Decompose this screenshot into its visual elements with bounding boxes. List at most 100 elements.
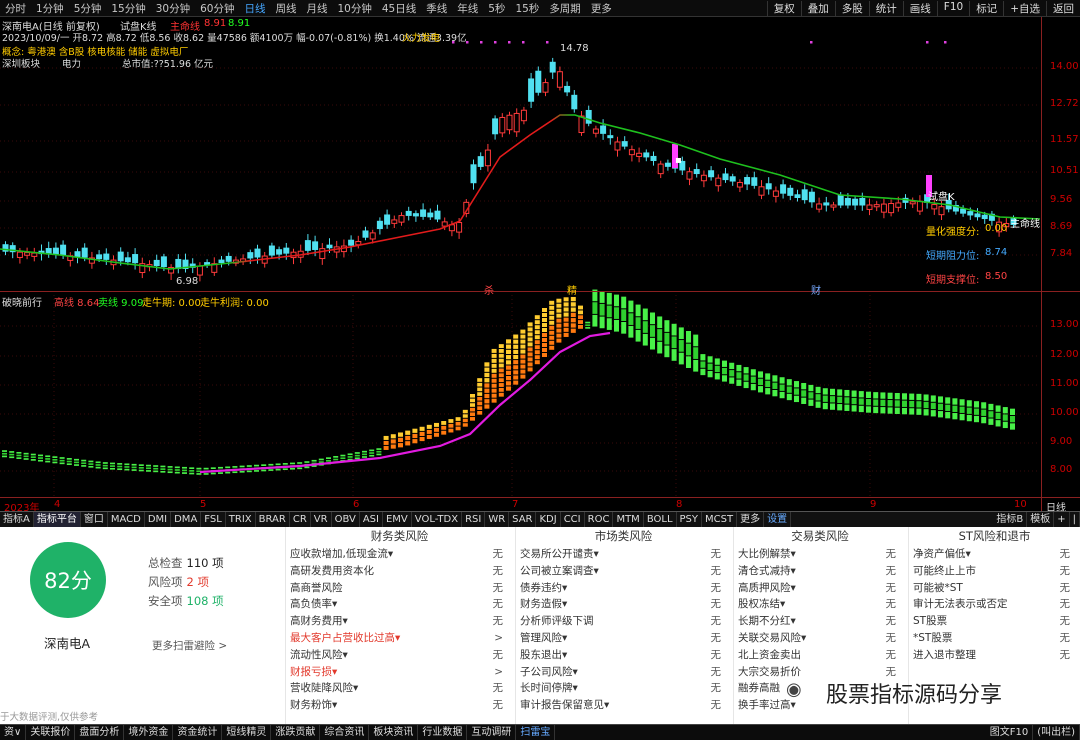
kline-chart[interactable] <box>0 17 1080 511</box>
period-14[interactable]: 15秒 <box>510 1 544 16</box>
tab-15[interactable]: RSI <box>462 512 486 527</box>
risk-row[interactable]: ST股票 无 <box>909 613 1080 630</box>
period-15[interactable]: 多周期 <box>544 1 586 16</box>
period-0[interactable]: 分时 <box>0 1 31 16</box>
tab-22[interactable]: BOLL <box>644 512 677 527</box>
period-8[interactable]: 月线 <box>302 1 333 16</box>
risk-row[interactable]: 长时间停牌▾ 无 <box>516 680 731 697</box>
period-9[interactable]: 10分钟 <box>333 1 377 16</box>
bottom-tab-0[interactable]: 资∨ <box>0 725 27 740</box>
risk-row[interactable]: 审计无法表示或否定 无 <box>909 596 1080 613</box>
tab-13[interactable]: EMV <box>383 512 412 527</box>
tab-right-2[interactable]: + <box>1054 512 1070 527</box>
risk-row[interactable]: 流动性风险▾ 无 <box>286 647 513 664</box>
toolbar-btn-6[interactable]: 标记 <box>969 0 1003 16</box>
tab-1[interactable]: 指标平台 <box>33 512 81 527</box>
period-11[interactable]: 季线 <box>421 1 452 16</box>
risk-row[interactable]: 股权冻结▾ 无 <box>734 596 906 613</box>
period-7[interactable]: 周线 <box>271 1 302 16</box>
tab-7[interactable]: TRIX <box>226 512 256 527</box>
tab-23[interactable]: PSY <box>677 512 703 527</box>
risk-row[interactable]: 进入退市整理 无 <box>909 647 1080 664</box>
period-2[interactable]: 5分钟 <box>69 1 107 16</box>
risk-row[interactable]: 高研发费用资本化 无 <box>286 563 513 580</box>
toolbar-btn-4[interactable]: 画线 <box>902 0 937 16</box>
risk-row[interactable]: 净资产偏低▾ 无 <box>909 546 1080 563</box>
risk-row[interactable]: 债券违约▾ 无 <box>516 580 731 597</box>
tab-17[interactable]: SAR <box>509 512 537 527</box>
bottom-tab-7[interactable]: 综合资讯 <box>320 725 370 740</box>
tab-right-0[interactable]: 指标B <box>993 512 1028 527</box>
tab-24[interactable]: MCST <box>702 512 738 527</box>
tab-3[interactable]: MACD <box>108 512 145 527</box>
tab-25[interactable]: 更多 <box>737 512 765 527</box>
risk-row[interactable]: 子公司风险▾ 无 <box>516 664 731 681</box>
tab-right-1[interactable]: 模板 <box>1027 512 1055 527</box>
toolbar-btn-1[interactable]: 叠加 <box>800 0 835 16</box>
bottom-tab-8[interactable]: 板块资讯 <box>369 725 419 740</box>
callout-button[interactable]: (叫出栏) <box>1033 725 1080 740</box>
risk-row[interactable]: 分析师评级下调 无 <box>516 613 731 630</box>
risk-row[interactable]: 财务造假▾ 无 <box>516 596 731 613</box>
period-3[interactable]: 15分钟 <box>106 1 150 16</box>
toolbar-btn-5[interactable]: F10 <box>936 0 969 16</box>
tab-right-3[interactable]: | <box>1070 512 1080 527</box>
tab-21[interactable]: MTM <box>613 512 644 527</box>
risk-row[interactable]: 股东退出▾ 无 <box>516 647 731 664</box>
f10-button[interactable]: 图文F10 <box>986 725 1034 740</box>
risk-row[interactable]: *ST股票 无 <box>909 630 1080 647</box>
risk-row[interactable]: 高质押风险▾ 无 <box>734 580 906 597</box>
bottom-tab-9[interactable]: 行业数据 <box>418 725 468 740</box>
bottom-tab-10[interactable]: 互动调研 <box>467 725 517 740</box>
risk-row[interactable]: 高商誉风险 无 <box>286 580 513 597</box>
tab-6[interactable]: FSL <box>201 512 226 527</box>
period-12[interactable]: 年线 <box>452 1 483 16</box>
bottom-tab-4[interactable]: 资金统计 <box>173 725 223 740</box>
risk-row[interactable]: 财报亏损▾ > <box>286 664 513 681</box>
toolbar-btn-2[interactable]: 多股 <box>834 0 869 16</box>
risk-row[interactable]: 高负债率▾ 无 <box>286 596 513 613</box>
bottom-tab-5[interactable]: 短线精灵 <box>222 725 272 740</box>
bottom-tab-6[interactable]: 涨跌贡献 <box>271 725 321 740</box>
toolbar-btn-7[interactable]: +自选 <box>1003 0 1046 16</box>
tab-2[interactable]: 窗口 <box>81 512 108 527</box>
toolbar-btn-8[interactable]: 返回 <box>1046 0 1080 16</box>
risk-row[interactable]: 营收陡降风险▾ 无 <box>286 680 513 697</box>
risk-row[interactable]: 交易所公开谴责▾ 无 <box>516 546 731 563</box>
tab-4[interactable]: DMI <box>145 512 172 527</box>
more-scan-link[interactable]: 更多扫雷避险 > <box>152 638 227 653</box>
tab-8[interactable]: BRAR <box>256 512 290 527</box>
tab-12[interactable]: ASI <box>360 512 383 527</box>
period-13[interactable]: 5秒 <box>483 1 510 16</box>
tab-18[interactable]: KDJ <box>536 512 561 527</box>
bottom-tab-3[interactable]: 境外资金 <box>124 725 174 740</box>
tab-10[interactable]: VR <box>311 512 332 527</box>
period-5[interactable]: 60分钟 <box>195 1 239 16</box>
period-10[interactable]: 45日线 <box>377 1 421 16</box>
risk-row[interactable]: 关联交易风险▾ 无 <box>734 630 906 647</box>
tab-5[interactable]: DMA <box>171 512 202 527</box>
risk-row[interactable]: 可能终止上市 无 <box>909 563 1080 580</box>
risk-row[interactable]: 最大客户占营收比过高▾ > <box>286 630 513 647</box>
tab-14[interactable]: VOL-TDX <box>412 512 463 527</box>
bottom-tab-11[interactable]: 扫雷宝 <box>516 725 556 740</box>
tab-20[interactable]: ROC <box>585 512 614 527</box>
period-1[interactable]: 1分钟 <box>31 1 69 16</box>
risk-row[interactable]: 审计报告保留意见▾ 无 <box>516 697 731 714</box>
risk-row[interactable]: 管理风险▾ 无 <box>516 630 731 647</box>
bottom-tab-2[interactable]: 盘面分析 <box>75 725 125 740</box>
risk-row[interactable]: 清仓式减持▾ 无 <box>734 563 906 580</box>
risk-row[interactable]: 高财务费用▾ 无 <box>286 613 513 630</box>
period-4[interactable]: 30分钟 <box>151 1 195 16</box>
risk-row[interactable]: 可能被*ST 无 <box>909 580 1080 597</box>
risk-row[interactable]: 北上资金卖出 无 <box>734 647 906 664</box>
tab-0[interactable]: 指标A <box>0 512 34 527</box>
toolbar-btn-3[interactable]: 统计 <box>868 0 903 16</box>
risk-row[interactable]: 大比例解禁▾ 无 <box>734 546 906 563</box>
period-6[interactable]: 日线 <box>240 1 271 16</box>
period-16[interactable]: 更多 <box>586 1 617 16</box>
risk-row[interactable]: 应收款增加,低现金流▾ 无 <box>286 546 513 563</box>
tab-9[interactable]: CR <box>290 512 311 527</box>
tab-16[interactable]: WR <box>485 512 510 527</box>
tab-19[interactable]: CCI <box>561 512 585 527</box>
